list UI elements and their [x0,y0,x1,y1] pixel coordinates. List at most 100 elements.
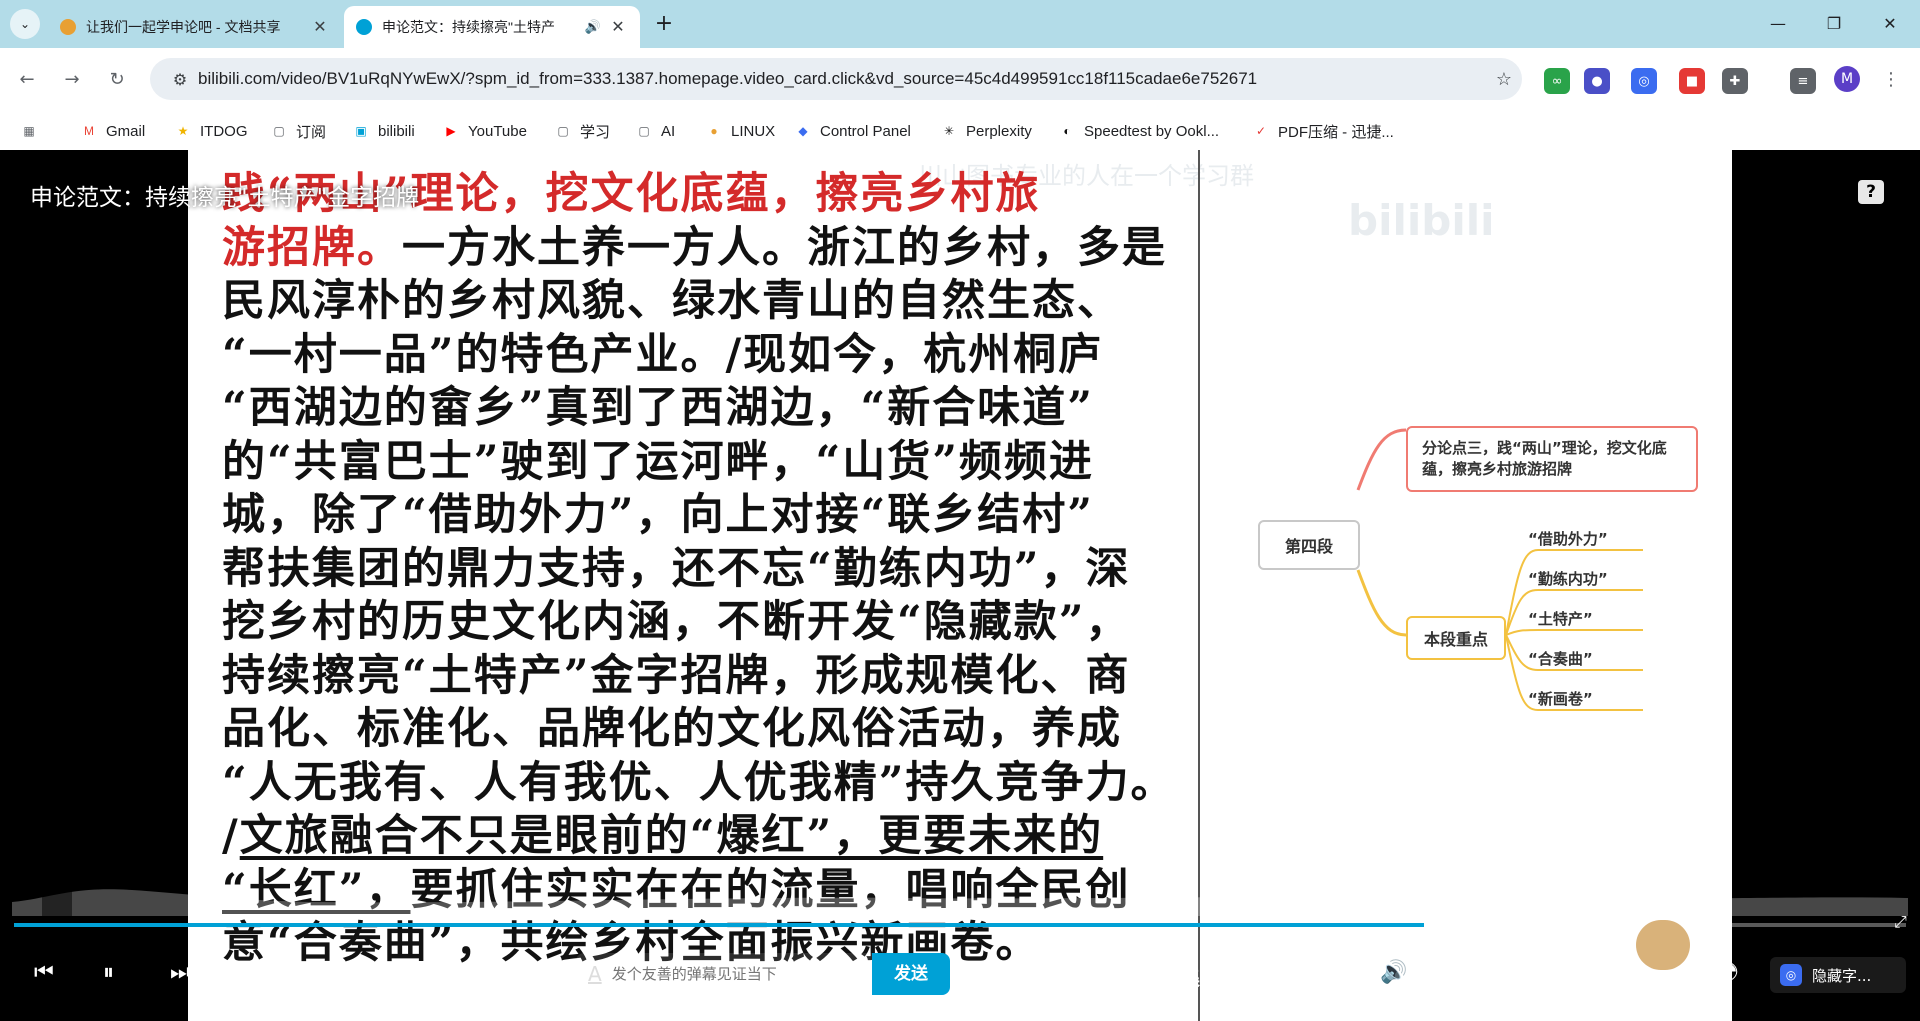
danmaku-toggle-icon[interactable]: 弹 [488,962,514,986]
speaker-icon[interactable]: 🔊 [584,19,602,35]
close-icon[interactable]: ✕ [608,17,628,37]
bookmark-label: Control Panel [820,122,911,140]
quality-selector[interactable]: 1080P 高清 [1025,962,1128,991]
mindmap-leaf: “借助外力” [1528,530,1608,548]
url-text[interactable]: bilibili.com/video/BV1uRqNYwEwX/?spm_id_… [198,69,1486,89]
bookmark-star-icon[interactable]: ☆ [1486,69,1522,90]
site-info-icon[interactable]: ⚙ [162,70,198,89]
bookmark-item[interactable]: ✓ PDF压缩 - 迅捷... [1252,120,1394,142]
mascot-caption: 公考陶旗胜主老师 [1630,979,1703,989]
tab-bilibili[interactable]: 申论范文：持续擦亮"土特产 🔊 ✕ [344,6,640,48]
bookmark-icon: ▣ [355,124,367,138]
bookmark-item[interactable]: ◐ Speedtest by Ookl... [1058,120,1219,142]
episodes-button[interactable]: 选集 [1160,962,1200,991]
more-features-icon[interactable]: ☢ [1716,958,1739,988]
danmaku-style-icon[interactable]: A [588,962,602,986]
speed-selector[interactable]: 1.5x [1234,962,1273,985]
bookmark-item[interactable]: ▢ 订阅 [270,120,326,142]
hide-subtitle-label: 隐藏字... [1812,966,1872,985]
mindmap-leaf: “勤练内功” [1528,570,1608,588]
bookmark-item[interactable]: ★ ITDOG [174,120,248,142]
bookmark-item[interactable]: ✳ Perplexity [940,120,1032,142]
bookmark-item[interactable]: ▢ 学习 [554,120,610,142]
bookmark-icon: ▢ [638,124,650,138]
bookmark-item[interactable]: ● LINUX [705,120,775,142]
total-time: 16:10 [294,962,338,981]
picture-in-picture-icon[interactable]: ▭ [1514,958,1539,988]
subtitle-off-icon[interactable]: 字 [1310,960,1344,986]
progress-bar[interactable] [14,923,1906,927]
mindmap-root: 第四段 [1258,520,1360,570]
screenshot-ext-icon[interactable]: ◎ [1631,68,1657,94]
send-danmaku-button[interactable]: 发送 [872,953,950,995]
wechat-ext-icon[interactable]: ∞ [1544,68,1570,94]
mindmap-focus: 本段重点 [1406,616,1506,660]
mindmap-leaf: “土特产” [1528,610,1593,628]
bookmark-label: ITDOG [200,122,248,140]
close-icon[interactable]: ✕ [310,17,330,37]
profile-avatar[interactable]: M [1834,66,1860,92]
next-icon[interactable]: ⏭ [170,960,190,985]
tab-search-button[interactable]: ⌄ [10,9,40,39]
apps-grid-icon: ▦ [23,124,35,138]
restore-button[interactable]: ❐ [1814,10,1854,38]
volume-icon[interactable]: 🔊 [1380,960,1407,985]
danmaku-input[interactable] [611,965,832,983]
bookmark-item[interactable]: ▢ AI [635,120,675,142]
bookmark-icon: ◆ [798,124,808,138]
bookmark-item[interactable]: ◆ Control Panel [794,120,911,142]
previous-icon[interactable]: ⏮ [34,960,54,985]
bookmark-icon: ● [710,124,718,138]
tab-title: 申论范文：持续擦亮"土特产 [382,19,555,35]
bookmark-label: Speedtest by Ookl... [1084,122,1220,140]
robot-ext-icon[interactable]: ● [1584,68,1610,94]
tab-wenku[interactable]: 让我们一起学申论吧 - 文档共享 ✕ [48,6,342,48]
widescreen-icon[interactable]: ⇔ [1584,958,1604,986]
bookmark-item[interactable]: M Gmail [80,120,145,142]
mindmap-leaf: “新画卷” [1528,690,1593,708]
bookmark-icon: M [84,124,94,138]
connector-focus [1356,569,1407,637]
progress-handle-icon[interactable]: ⤢ [1894,912,1907,932]
more-menu-icon[interactable]: ⋮ [1876,65,1906,95]
bookmark-label: LINUX [731,122,776,140]
reload-button[interactable]: ↻ [102,65,132,95]
bookmark-item[interactable]: ▣ bilibili [352,120,415,142]
bookmark-label: PDF压缩 - 迅捷... [1278,123,1394,141]
forward-button[interactable]: → [57,65,87,95]
back-button[interactable]: ← [12,65,42,95]
bookmark-icon: ▢ [273,124,285,138]
bookmark-label: bilibili [378,122,415,140]
bookmark-icon: ◐ [1063,124,1071,138]
tab-strip: ⌄ 让我们一起学申论吧 - 文档共享 ✕ 申论范文：持续擦亮"土特产 🔊 ✕ +… [0,0,1920,48]
minimize-button[interactable]: — [1758,10,1798,38]
video-player[interactable]: 川山图书专业的人在一个学习群 bilibili 践“两山”理论，挖文化底蕴，擦亮… [0,150,1920,1021]
progress-heatmap [12,886,1908,916]
chevron-down-icon: ⌄ [19,17,31,31]
hide-subtitle-button[interactable]: ◎ 隐藏字... [1770,957,1906,993]
danmaku-input-box[interactable]: A [576,953,872,995]
settings-icon[interactable]: ⚙ [1448,958,1471,988]
bookmark-item[interactable]: ▶ YouTube [442,120,527,142]
new-tab-button[interactable]: + [650,10,678,38]
bookmark-icon: ▶ [446,124,456,138]
uploader-mascot[interactable]: 公考陶旗胜主老师 [1630,920,1703,996]
puzzle-ext-icon[interactable]: ✚ [1722,68,1748,94]
bookmark-icon: ✳ [943,124,955,138]
window-close-button[interactable]: ✕ [1870,10,1910,38]
playback-time: 12:07 / 16:10 [238,962,338,981]
connector-leaf-2 [1505,629,1643,636]
bookmarks-bar: ▦ M Gmail ★ ITDOG ▢ 订阅 ▣ bilibili ▶ YouTube ▢ 学习 ▢ AI ●… [0,112,1920,150]
mindmap-point: 分论点三，践“两山”理论，挖文化底蕴，擦亮乡村旅游招牌 [1406,426,1698,492]
red-ext-icon[interactable]: ■ [1679,68,1705,94]
subtitle-tool-icon: ◎ [1780,964,1802,986]
wenku-favicon-icon [60,19,76,35]
help-icon[interactable]: ? [1858,180,1884,204]
danmaku-settings-icon[interactable]: ⚙ [532,960,550,984]
bookmark-icon: ★ [177,124,189,138]
bookmark-icon: ✓ [1255,124,1267,138]
apps-button[interactable]: ▦ [20,120,46,142]
bookmark-label: 订阅 [296,123,327,141]
pause-icon[interactable]: ⏸ [103,960,114,985]
address-bar[interactable]: ⚙ bilibili.com/video/BV1uRqNYwEwX/?spm_i… [150,58,1522,100]
